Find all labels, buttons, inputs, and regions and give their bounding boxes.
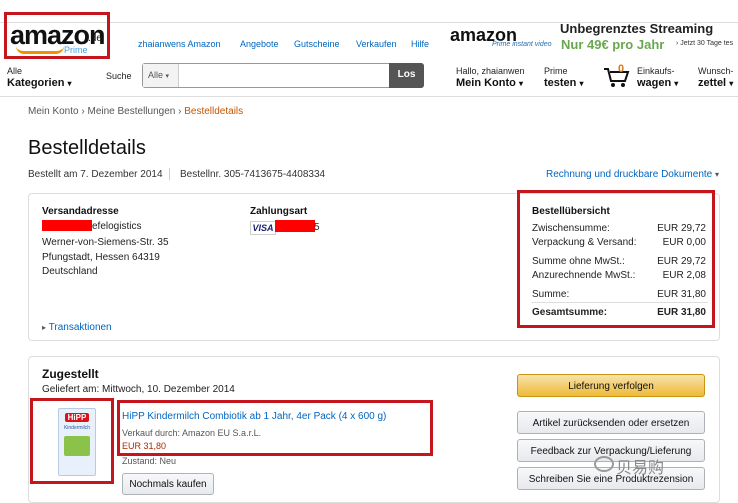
account-menu[interactable]: Mein Konto ▾	[456, 77, 523, 89]
summary-value: EUR 29,72	[657, 223, 706, 234]
summary-label: Summe:	[532, 289, 570, 300]
product-image[interactable]: HiPP Kindermilch	[58, 408, 96, 476]
account-greeting: Hallo, zhaianwen	[456, 66, 525, 76]
write-review-button[interactable]: Schreiben Sie eine Produktrezension	[517, 467, 705, 490]
chevron-down-icon: ▾	[579, 79, 584, 88]
summary-label: Zwischensumme:	[532, 223, 610, 234]
chevron-down-icon: ▾	[518, 79, 523, 88]
breadcrumb: Mein Konto › Meine Bestellungen › Bestel…	[28, 106, 243, 117]
nav-link-sell[interactable]: Verkaufen	[356, 39, 397, 49]
ad-title[interactable]: Unbegrenztes Streaming	[560, 21, 713, 36]
redacted-card	[275, 220, 315, 232]
account-label: Mein Konto	[456, 77, 516, 89]
transactions-label: Transaktionen	[48, 322, 112, 333]
breadcrumb-current: Bestelldetails	[184, 106, 244, 117]
cart-small: Einkaufs-	[637, 66, 675, 76]
categories-label: Kategorien	[7, 77, 65, 89]
invoice-link[interactable]: Rechnung und druckbare Dokumente ▾	[546, 169, 719, 180]
watermark-text: 贝易购	[616, 460, 665, 477]
product-name-label: Kindermilch	[63, 425, 91, 431]
invoice-link-label: Rechnung und druckbare Dokumente	[546, 169, 713, 180]
ad-cta-link[interactable]: › Jetzt 30 Tage tes	[676, 40, 733, 47]
product-brand-label: HiPP	[65, 413, 89, 422]
total-value: EUR 31,80	[657, 307, 706, 318]
summary-label: Verpackung & Versand:	[532, 237, 637, 248]
nav-link-deals[interactable]: Angebote	[240, 39, 279, 49]
chevron-down-icon: ▾	[165, 73, 170, 80]
total-label: Gesamtsumme:	[532, 307, 608, 318]
transactions-link[interactable]: ▸ Transaktionen	[42, 322, 112, 333]
shipping-line4: Deutschland	[42, 266, 98, 277]
chevron-down-icon: ▾	[674, 79, 679, 88]
shipping-line2: Werner-von-Siemens-Str. 35	[42, 237, 169, 248]
visa-card-icon: VISA	[250, 221, 276, 235]
buy-again-button[interactable]: Nochmals kaufen	[122, 473, 214, 495]
amazon-smile-icon	[16, 46, 64, 54]
cart-label: wagen	[637, 77, 672, 89]
ad-price[interactable]: Nur 49€ pro Jahr	[561, 37, 664, 52]
nav-link-your-amazon[interactable]: zhaianwens Amazon	[138, 39, 221, 49]
track-package-button[interactable]: Lieferung verfolgen	[517, 374, 705, 397]
prime-label: testen	[544, 77, 577, 89]
chevron-down-icon: ▾	[67, 79, 72, 88]
summary-divider	[532, 302, 708, 303]
nav-link-vouchers[interactable]: Gutscheine	[294, 39, 340, 49]
product-condition: Zustand: Neu	[122, 456, 177, 466]
page-title: Bestelldetails	[28, 137, 146, 159]
ad-prime-video-text: Prime instant video	[492, 41, 552, 48]
chevron-right-icon: ▸	[42, 323, 47, 332]
summary-label: Anzurechnende MwSt.:	[532, 270, 636, 281]
shipping-line1: efelogistics	[92, 221, 142, 232]
top-strip	[0, 0, 738, 23]
payment-heading: Zahlungsart	[250, 206, 308, 217]
search-category-dropdown[interactable]: Alle ▾	[143, 64, 179, 87]
card-suffix: 5	[314, 222, 320, 233]
amazon-logo-tld: .de	[88, 33, 102, 44]
summary-value: EUR 0,00	[662, 237, 706, 248]
summary-label: Summe ohne MwSt.:	[532, 256, 625, 267]
cart-count: 0	[618, 63, 625, 75]
shipping-heading: Versandadresse	[42, 206, 119, 217]
breadcrumb-account[interactable]: Mein Konto	[28, 106, 79, 117]
breadcrumb-orders[interactable]: Meine Bestellungen	[87, 106, 175, 117]
shipment-status: Zugestellt	[42, 367, 99, 381]
cart-icon[interactable]	[603, 66, 631, 88]
shipping-line3: Pfungstadt, Hessen 64319	[42, 252, 160, 263]
search-category-label: Alle	[148, 70, 164, 80]
search-label: Suche	[106, 71, 132, 81]
chevron-down-icon: ▾	[715, 170, 720, 179]
chevron-down-icon: ▾	[729, 79, 734, 88]
product-price: EUR 31,80	[122, 441, 167, 451]
search-button[interactable]: Los	[389, 63, 424, 88]
return-item-button[interactable]: Artikel zurücksenden oder ersetzen	[517, 411, 705, 434]
nav-link-help[interactable]: Hilfe	[411, 39, 429, 49]
redacted-name	[42, 220, 92, 231]
product-package-art	[64, 436, 90, 456]
prime-menu[interactable]: testen ▾	[544, 77, 583, 89]
categories-menu[interactable]: Kategorien ▾	[7, 77, 72, 89]
wishlist-label: zettel	[698, 77, 727, 89]
summary-value: EUR 2,08	[662, 270, 706, 281]
order-number: Bestellnr. 305-7413675-4408334	[180, 169, 326, 180]
sold-by: Verkauf durch: Amazon EU S.a.r.L.	[122, 428, 262, 438]
prime-small: Prime	[544, 66, 568, 76]
cart-menu[interactable]: wagen ▾	[637, 77, 678, 89]
order-date: Bestellt am 7. Dezember 2014	[28, 169, 163, 180]
delivery-date: Geliefert am: Mittwoch, 10. Dezember 201…	[42, 384, 235, 395]
search-input[interactable]	[142, 63, 424, 88]
summary-value: EUR 31,80	[657, 289, 706, 300]
header-divider	[0, 96, 738, 97]
categories-small: Alle	[7, 66, 23, 76]
wishlist-small: Wunsch-	[698, 66, 734, 76]
wishlist-menu[interactable]: zettel ▾	[698, 77, 733, 89]
product-title-link[interactable]: HiPP Kindermilch Combiotik ab 1 Jahr, 4e…	[122, 411, 386, 422]
summary-value: EUR 29,72	[657, 256, 706, 267]
watermark-chat-icon	[594, 456, 614, 472]
amazon-logo-prime: Prime	[64, 45, 88, 55]
meta-divider	[169, 168, 170, 180]
summary-heading: Bestellübersicht	[532, 206, 610, 217]
